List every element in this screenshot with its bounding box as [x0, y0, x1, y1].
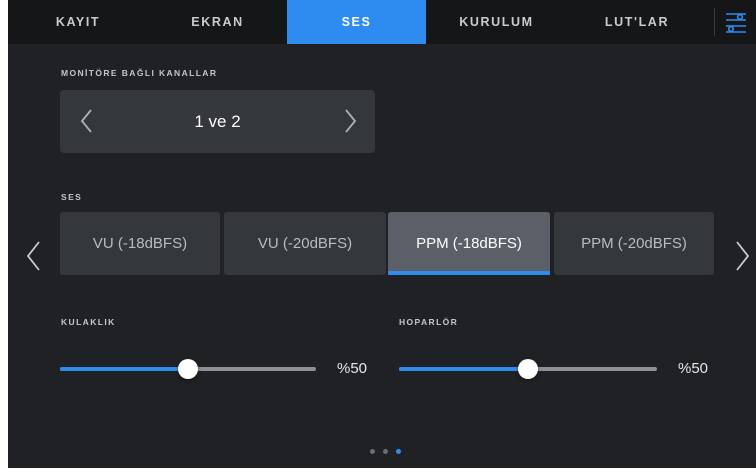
tab-ses[interactable]: SES [287, 0, 426, 44]
meter-option-label: VU (-18dBFS) [92, 235, 188, 252]
tab-kurulum[interactable]: KURULUM [426, 0, 567, 44]
headphones-label: KULAKLIK [61, 317, 116, 327]
slider-knob[interactable] [178, 359, 198, 379]
headphones-volume-value: %50 [337, 360, 368, 377]
speaker-volume-slider[interactable] [399, 359, 657, 379]
speaker-volume-value: %50 [678, 360, 709, 377]
tab-bar: KAYIT EKRAN SES KURULUM LUT'LAR [8, 0, 756, 44]
audio-meter-label: SES [61, 192, 83, 202]
speaker-label: HOPARLÖR [399, 317, 459, 327]
meter-option-label: PPM (-20dBFS) [581, 235, 687, 252]
options-next-button[interactable] [730, 238, 754, 274]
settings-menu-button[interactable] [720, 6, 752, 38]
page-dot [383, 449, 388, 454]
page-dot-current [396, 449, 401, 454]
audio-settings-screen: KAYIT EKRAN SES KURULUM LUT'LAR MONİTÖRE… [8, 0, 756, 468]
meter-option-label: PPM (-18dBFS) [416, 235, 522, 252]
chevron-left-icon [26, 241, 40, 271]
monitor-channels-value: 1 ve 2 [194, 111, 241, 131]
channel-prev-button[interactable] [72, 106, 102, 136]
slider-knob[interactable] [518, 359, 538, 379]
page-dot [370, 449, 375, 454]
headphones-volume-slider[interactable] [60, 359, 316, 379]
meter-option-ppm-18[interactable]: PPM (-18dBFS) [388, 212, 550, 275]
tab-lutlar[interactable]: LUT'LAR [567, 0, 707, 44]
meter-option-ppm-20[interactable]: PPM (-20dBFS) [554, 212, 714, 275]
chevron-right-icon [345, 109, 357, 133]
slider-fill [399, 367, 528, 371]
tab-ekran[interactable]: EKRAN [148, 0, 287, 44]
selected-indicator [388, 271, 550, 275]
meter-option-vu-20[interactable]: VU (-20dBFS) [224, 212, 386, 275]
chevron-left-icon [80, 109, 92, 133]
meter-option-label: VU (-20dBFS) [257, 235, 353, 252]
channel-next-button[interactable] [335, 106, 365, 136]
monitor-channels-label: MONİTÖRE BAĞLI KANALLAR [61, 68, 218, 78]
tab-divider [714, 8, 715, 36]
chevron-right-icon [736, 241, 750, 271]
sliders-menu-icon [726, 13, 746, 33]
options-prev-button[interactable] [22, 238, 46, 274]
slider-fill [60, 367, 188, 371]
monitor-channels-stepper: 1 ve 2 [60, 90, 375, 153]
tab-kayit[interactable]: KAYIT [8, 0, 148, 44]
meter-option-vu-18[interactable]: VU (-18dBFS) [60, 212, 220, 275]
